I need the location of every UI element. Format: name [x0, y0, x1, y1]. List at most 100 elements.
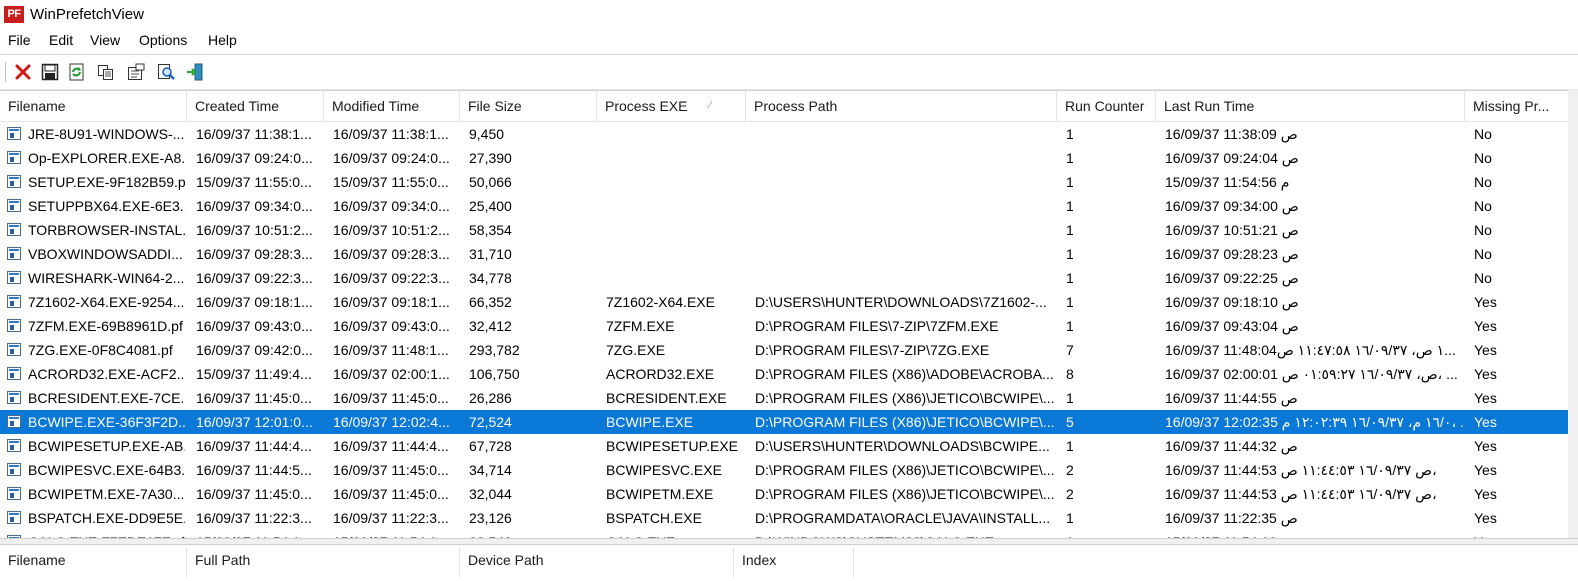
table-row[interactable]: SETUP.EXE-9F182B59.pf 15/09/37 11:55:0...… — [0, 170, 1568, 194]
table-row[interactable]: 7ZFM.EXE-69B8961D.pf 16/09/37 09:43:0... 1… — [0, 314, 1568, 338]
cell-filename: BCWIPESVC.EXE-64B3... — [28, 462, 185, 478]
table-row[interactable]: WIRESHARK-WIN64-2... 16/09/37 09:22:3... 1… — [0, 266, 1568, 290]
cell-process-exe: BCWIPESETUP.EXE — [606, 438, 739, 454]
column-header-missing-process[interactable]: Missing Pr... — [1465, 91, 1568, 121]
cell-filename: BCRESIDENT.EXE-7CE... — [28, 390, 185, 406]
cell-created-time: 16/09/37 09:34:0... — [196, 198, 313, 214]
find-icon — [158, 64, 175, 80]
cell-process-exe: BSPATCH.EXE — [606, 510, 702, 526]
cell-created-time: 16/09/37 09:42:0... — [196, 342, 313, 358]
table-row[interactable]: SETUPPBX64.EXE-6E3... 16/09/37 09:34:0...… — [0, 194, 1568, 218]
table-row[interactable]: Op-EXPLORER.EXE-A8... 16/09/37 09:24:0...… — [0, 146, 1568, 170]
cell-process-path — [755, 170, 1055, 194]
vertical-scrollbar[interactable] — [1568, 90, 1578, 538]
title-bar: PF WinPrefetchView — [0, 0, 1578, 30]
cell-file-size: 34,778 — [469, 270, 512, 286]
menu-options[interactable]: Options — [139, 32, 187, 48]
cell-process-exe — [606, 146, 744, 170]
lower-column-header-index[interactable]: Index — [734, 547, 854, 577]
cell-created-time: 16/09/37 09:22:3... — [196, 270, 313, 286]
list-header: Filename Created Time Modified Time File… — [0, 91, 1568, 122]
cell-process-path: D:\PROGRAM FILES\7-ZIP\7ZFM.EXE — [755, 318, 999, 334]
table-row[interactable]: BCWIPESVC.EXE-64B3... 16/09/37 11:44:5...… — [0, 458, 1568, 482]
prefetch-list[interactable]: Filename Created Time Modified Time File… — [0, 90, 1568, 539]
cell-missing-process: Yes — [1474, 318, 1497, 334]
menu-file[interactable]: File — [8, 32, 31, 48]
cell-modified-time: 16/09/37 11:45:0... — [333, 390, 449, 406]
cell-run-counter: 1 — [1066, 246, 1074, 262]
delete-icon — [15, 64, 31, 80]
delete-button[interactable] — [12, 61, 34, 83]
exit-icon — [187, 63, 203, 81]
cell-process-path: D:\PROGRAM FILES (X86)\ADOBE\ACROBA... — [755, 366, 1054, 382]
cell-last-run-time: 16/09/37 09:43:04 ص — [1165, 318, 1299, 334]
cell-modified-time: 16/09/37 09:43:0... — [333, 318, 450, 334]
table-row[interactable]: JRE-8U91-WINDOWS-... 16/09/37 11:38:1... 1… — [0, 122, 1568, 146]
column-header-modified-time[interactable]: Modified Time — [324, 91, 460, 121]
table-row[interactable]: TORBROWSER-INSTAL... 16/09/37 10:51:2... 1… — [0, 218, 1568, 242]
lower-pane: Filename Full Path Device Path Index — [0, 544, 1578, 581]
prefetch-file-icon — [7, 319, 21, 332]
cell-created-time: 15/09/37 11:55:0... — [196, 174, 312, 190]
properties-button[interactable] — [125, 61, 147, 83]
cell-last-run-time: 16/09/37 11:48:04١ ص، ١٦/٠٩/٣٧ ١١:٤٧:٥٨ … — [1165, 342, 1456, 358]
cell-created-time: 16/09/37 10:51:2... — [196, 222, 313, 238]
table-row[interactable]: 7Z1602-X64.EXE-9254... 16/09/37 09:18:1..… — [0, 290, 1568, 314]
save-button[interactable] — [39, 61, 61, 83]
table-row[interactable]: BCRESIDENT.EXE-7CE... 16/09/37 11:45:0...… — [0, 386, 1568, 410]
exit-button[interactable] — [184, 61, 206, 83]
copy-button[interactable] — [95, 61, 117, 83]
cell-process-path — [755, 218, 1055, 242]
cell-process-path: D:\USERS\HUNTER\DOWNLOADS\7Z1602-... — [755, 294, 1047, 310]
cell-file-size: 32,412 — [469, 318, 512, 334]
find-button[interactable] — [155, 61, 177, 83]
cell-file-size: 67,728 — [469, 438, 512, 454]
table-row[interactable]: BCWIPESETUP.EXE-AB... 16/09/37 11:44:4...… — [0, 434, 1568, 458]
table-row[interactable]: VBOXWINDOWSADDI... 16/09/37 09:28:3... 16/… — [0, 242, 1568, 266]
column-header-process-path[interactable]: Process Path — [746, 91, 1057, 121]
column-header-run-counter[interactable]: Run Counter — [1057, 91, 1156, 121]
table-row[interactable]: BCWIPETM.EXE-7A30... 16/09/37 11:45:0... 1… — [0, 482, 1568, 506]
column-header-created-time[interactable]: Created Time — [187, 91, 324, 121]
cell-last-run-time: 16/09/37 12:02:35 ١٦/٠ م، ١٦/٠٩/٣٧ ١٢:٠٢… — [1165, 414, 1463, 430]
cell-created-time: 16/09/37 11:44:4... — [196, 438, 312, 454]
cell-missing-process: No — [1474, 246, 1492, 262]
column-header-filename[interactable]: Filename — [0, 91, 187, 121]
window-title: WinPrefetchView — [30, 6, 144, 23]
cell-process-exe — [606, 122, 744, 146]
column-header-process-exe[interactable]: Process EXE ⁄ — [597, 91, 746, 121]
cell-process-exe — [606, 194, 744, 218]
table-row[interactable]: BSPATCH.EXE-DD9E5E... 16/09/37 11:22:3...… — [0, 506, 1568, 530]
cell-modified-time: 16/09/37 09:24:0... — [333, 150, 450, 166]
menu-edit[interactable]: Edit — [49, 32, 73, 48]
prefetch-file-icon — [7, 391, 21, 404]
prefetch-file-icon — [7, 223, 21, 236]
cell-last-run-time: 16/09/37 09:18:10 ص — [1165, 294, 1299, 310]
cell-created-time: 16/09/37 09:24:0... — [196, 150, 313, 166]
cell-process-exe — [606, 170, 744, 194]
refresh-button[interactable] — [66, 61, 88, 83]
table-row[interactable]: ACRORD32.EXE-ACF2... 15/09/37 11:49:4... 1… — [0, 362, 1568, 386]
cell-modified-time: 16/09/37 11:44:4... — [333, 438, 449, 454]
prefetch-file-icon — [7, 175, 21, 188]
prefetch-file-icon — [7, 271, 21, 284]
cell-filename: JRE-8U91-WINDOWS-... — [28, 126, 185, 142]
column-header-last-run-time[interactable]: Last Run Time — [1156, 91, 1465, 121]
cell-missing-process: No — [1474, 198, 1492, 214]
cell-missing-process: Yes — [1474, 462, 1497, 478]
cell-process-path — [755, 194, 1055, 218]
table-row[interactable]: 7ZG.EXE-0F8C4081.pf 16/09/37 09:42:0... 16… — [0, 338, 1568, 362]
cell-missing-process: No — [1474, 126, 1492, 142]
column-header-file-size[interactable]: File Size — [460, 91, 597, 121]
cell-run-counter: 1 — [1066, 510, 1074, 526]
cell-modified-time: 16/09/37 11:22:3... — [333, 510, 449, 526]
cell-process-path — [755, 146, 1055, 170]
lower-column-header-filename[interactable]: Filename — [0, 547, 187, 577]
menu-view[interactable]: View — [90, 32, 120, 48]
prefetch-file-icon — [7, 463, 21, 476]
menu-help[interactable]: Help — [208, 32, 237, 48]
lower-column-header-device-path[interactable]: Device Path — [460, 547, 734, 577]
cell-created-time: 16/09/37 11:38:1... — [196, 126, 312, 142]
table-row[interactable]: BCWIPE.EXE-36F3F2D... 16/09/37 12:01:0...… — [0, 410, 1568, 434]
lower-column-header-full-path[interactable]: Full Path — [187, 547, 460, 577]
